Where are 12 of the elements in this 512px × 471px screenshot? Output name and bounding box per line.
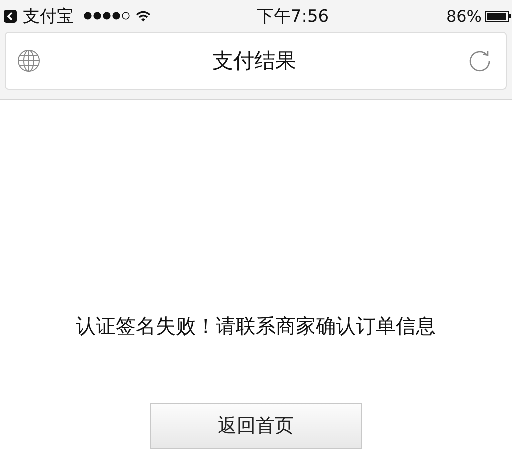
page-title: 支付结果 [212,48,296,75]
home-button[interactable]: 返回首页 [150,403,362,449]
wifi-icon [136,10,151,22]
signal-icon [84,12,130,20]
back-icon[interactable] [4,10,17,22]
battery-icon [485,10,512,22]
status-time: 下午7:56 [256,6,330,28]
globe-icon[interactable] [17,49,41,73]
error-message: 认证签名失败！请联系商家确认订单信息 [76,313,436,340]
refresh-icon[interactable] [468,49,492,73]
back-app-label[interactable]: 支付宝 [23,4,74,28]
battery-percent: 86% [446,6,482,26]
